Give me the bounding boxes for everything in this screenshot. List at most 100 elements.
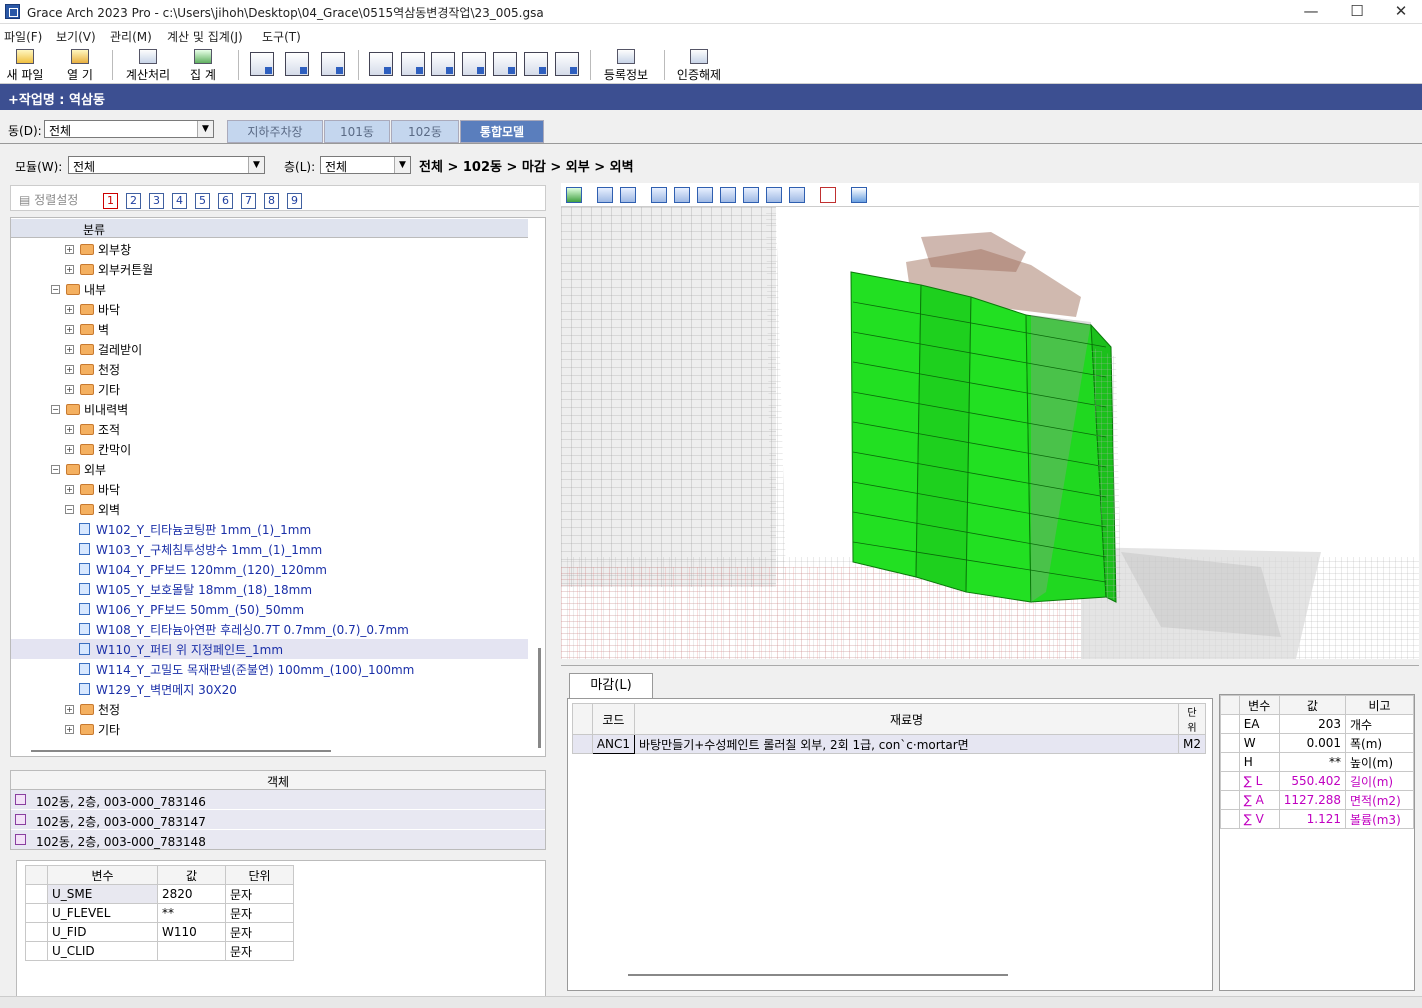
tree-item-folder[interactable]: + 벽	[11, 319, 528, 339]
view-top-icon[interactable]	[743, 187, 759, 203]
register-info-button[interactable]: 등록정보	[600, 49, 652, 83]
calc-button[interactable]: 계산처리	[122, 49, 174, 83]
tree-hscrollbar[interactable]	[31, 750, 331, 752]
view-front-icon[interactable]	[651, 187, 667, 203]
maximize-button[interactable]: ☐	[1334, 0, 1380, 24]
aggregate-button[interactable]: 집 계	[182, 49, 224, 83]
floor-select[interactable]: 전체 ▼	[320, 156, 411, 174]
expand-icon[interactable]: +	[65, 484, 74, 494]
new-file-button[interactable]: 새 파일	[4, 49, 46, 83]
tree-item-folder[interactable]: − 외벽	[11, 499, 528, 519]
tree-item-folder[interactable]: + 걸레받이	[11, 339, 528, 359]
view-tool-4-icon[interactable]	[462, 52, 486, 76]
minimize-button[interactable]: —	[1288, 0, 1334, 24]
table-row[interactable]: ∑ L 550.402 길이(m)	[1220, 771, 1415, 791]
expand-icon[interactable]: +	[65, 384, 74, 394]
model-3d-view[interactable]	[561, 207, 1419, 659]
expand-icon[interactable]: +	[65, 704, 74, 714]
table-row[interactable]: U_FID W110 문자	[25, 922, 294, 942]
sort-level-8[interactable]: 8	[264, 193, 279, 209]
table-row[interactable]: EA 203 개수	[1220, 714, 1415, 734]
tree-item-folder[interactable]: + 외부커튼월	[11, 259, 528, 279]
list-item[interactable]: 102동, 2층, 003-000_783147	[11, 810, 545, 830]
table-row[interactable]: ∑ V 1.121 볼륨(m3)	[1220, 809, 1415, 829]
tree-item-leaf[interactable]: W105_Y_보호몰탈 18mm_(18)_18mm	[11, 579, 528, 599]
tree-item-leaf[interactable]: W129_Y_벽면메지 30X20	[11, 679, 528, 699]
expand-icon[interactable]: +	[65, 364, 74, 374]
rotate-icon[interactable]	[597, 187, 613, 203]
open-button[interactable]: 열 기	[60, 49, 100, 83]
menu-view[interactable]: 보기(V)	[56, 28, 96, 45]
tree-item-leaf[interactable]: W106_Y_PF보드 50mm_(50)_50mm	[11, 599, 528, 619]
view-left-icon[interactable]	[697, 187, 713, 203]
table-row[interactable]: ∑ A 1127.288 면적(m2)	[1220, 790, 1415, 810]
sort-level-5[interactable]: 5	[195, 193, 210, 209]
tree-item-leaf[interactable]: W114_Y_고밀도 목재판넬(준불연) 100mm_(100)_100mm	[11, 659, 528, 679]
tree-item-folder[interactable]: + 외부창	[11, 239, 528, 259]
search-object-icon[interactable]	[321, 52, 345, 76]
model-view-icon[interactable]	[566, 187, 582, 203]
collapse-icon[interactable]: −	[65, 504, 74, 514]
expand-icon[interactable]: +	[65, 724, 74, 734]
expand-icon[interactable]: +	[65, 304, 74, 314]
tree-item-leaf[interactable]: W104_Y_PF보드 120mm_(120)_120mm	[11, 559, 528, 579]
tab-finish[interactable]: 마감(L)	[569, 673, 653, 698]
list-icon[interactable]	[820, 187, 836, 203]
view-tool-3-icon[interactable]	[431, 52, 455, 76]
menu-manage[interactable]: 관리(M)	[110, 28, 152, 45]
sort-level-3[interactable]: 3	[149, 193, 164, 209]
sort-level-4[interactable]: 4	[172, 193, 187, 209]
tab-102[interactable]: 102동	[391, 120, 459, 143]
view-tool-1-icon[interactable]	[369, 52, 393, 76]
sort-level-1[interactable]: 1	[103, 193, 118, 209]
dong-select[interactable]: 전체 ▼	[44, 120, 214, 138]
list-item[interactable]: 102동, 2층, 003-000_783148	[11, 830, 545, 849]
view-tool-5-icon[interactable]	[524, 52, 548, 76]
tree-item-folder[interactable]: − 내부	[11, 279, 528, 299]
tree-item-leaf[interactable]: W102_Y_티타늄코팅판 1mm_(1)_1mm	[11, 519, 528, 539]
module-select[interactable]: 전체 ▼	[68, 156, 265, 174]
finish-hscrollbar[interactable]	[628, 974, 1008, 976]
menu-tools[interactable]: 도구(T)	[262, 28, 301, 45]
tab-integrated-model[interactable]: 통합모델	[460, 120, 544, 143]
tree-item-folder[interactable]: + 칸막이	[11, 439, 528, 459]
expand-icon[interactable]: +	[65, 264, 74, 274]
sort-level-2[interactable]: 2	[126, 193, 141, 209]
tab-underground-parking[interactable]: 지하주차장	[227, 120, 323, 143]
tree-scrollbar[interactable]	[538, 648, 541, 748]
expand-icon[interactable]: +	[65, 324, 74, 334]
cloud-icon[interactable]	[851, 187, 867, 203]
list-item[interactable]: 102동, 2층, 003-000_783146	[11, 790, 545, 810]
sort-level-9[interactable]: 9	[287, 193, 302, 209]
table-row[interactable]: U_FLEVEL ** 문자	[25, 903, 294, 923]
view-tool-6-icon[interactable]	[555, 52, 579, 76]
pan-icon[interactable]	[620, 187, 636, 203]
tree-item-folder[interactable]: + 기타	[11, 379, 528, 399]
view-tool-2-icon[interactable]	[401, 52, 425, 76]
edit-tool-icon[interactable]	[493, 52, 517, 76]
expand-icon[interactable]: +	[65, 344, 74, 354]
tree-item-folder[interactable]: + 조적	[11, 419, 528, 439]
sort-settings-button[interactable]: ▤ 정렬설정	[19, 191, 78, 208]
tree-item-folder[interactable]: − 비내력벽	[11, 399, 528, 419]
tree-item-leaf[interactable]: W110_Y_퍼티 위 지정페인트_1mm	[11, 639, 528, 659]
collapse-icon[interactable]: −	[51, 284, 60, 294]
tree-item-leaf[interactable]: W108_Y_티타늄아연판 후레싱0.7T 0.7mm_(0.7)_0.7mm	[11, 619, 528, 639]
tree-item-folder[interactable]: + 기타	[11, 719, 528, 739]
collapse-icon[interactable]: −	[51, 464, 60, 474]
unauth-button[interactable]: 인증해제	[674, 49, 724, 83]
table-row[interactable]: U_SME 2820 문자	[25, 884, 294, 904]
table-row[interactable]: H ** 높이(m)	[1220, 752, 1415, 772]
table-row[interactable]: ANC1 바탕만들기+수성페인트 롤러칠 외부, 2회 1급, con`c·mor…	[572, 734, 1207, 754]
tree-item-folder[interactable]: + 바닥	[11, 299, 528, 319]
tab-101[interactable]: 101동	[324, 120, 390, 143]
search-item-icon[interactable]	[285, 52, 309, 76]
search-model-icon[interactable]	[250, 52, 274, 76]
table-row[interactable]: W 0.001 폭(m)	[1220, 733, 1415, 753]
table-row[interactable]: U_CLID 문자	[25, 941, 294, 961]
view-iso-icon[interactable]	[789, 187, 805, 203]
expand-icon[interactable]: +	[65, 424, 74, 434]
close-button[interactable]: ✕	[1378, 0, 1422, 24]
view-back-icon[interactable]	[674, 187, 690, 203]
sort-level-7[interactable]: 7	[241, 193, 256, 209]
